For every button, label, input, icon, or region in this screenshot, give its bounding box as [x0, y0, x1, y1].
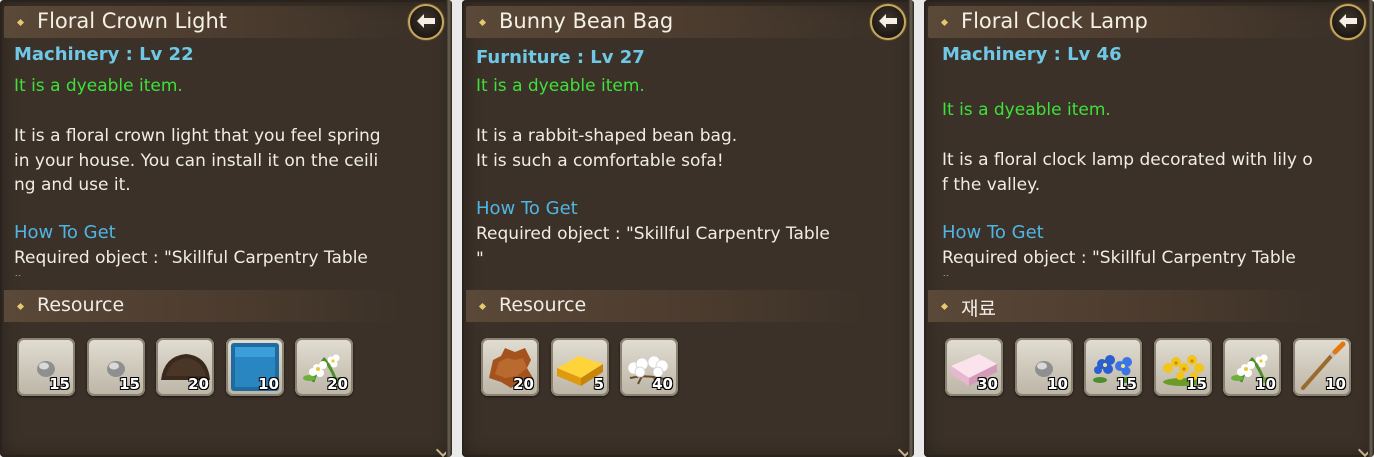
- resource-slot[interactable]: 5: [551, 338, 609, 396]
- item-tooltip-panel: Floral Clock Lamp Machinery : Lv 46 It i…: [924, 0, 1374, 457]
- resource-quantity: 15: [49, 375, 70, 393]
- resource-slot[interactable]: 20: [156, 338, 214, 396]
- title-bar: Floral Crown Light: [4, 6, 414, 38]
- resource-quantity: 10: [258, 375, 279, 393]
- bullet-diamond-icon: [940, 18, 949, 27]
- item-category-level: Machinery : Lv 46: [942, 44, 1122, 65]
- resource-header: Resource: [466, 290, 864, 322]
- resource-header: 재료: [928, 290, 1324, 322]
- resource-label: 재료: [961, 298, 996, 320]
- resource-quantity: 20: [327, 375, 348, 393]
- item-title: Floral Clock Lamp: [961, 9, 1148, 33]
- resource-slot[interactable]: 15: [1154, 338, 1212, 396]
- bullet-diamond-icon: [478, 18, 487, 27]
- how-to-get-label: How To Get: [476, 198, 578, 219]
- back-button[interactable]: [1330, 4, 1366, 40]
- item-description: It is a floral crown light that you feel…: [14, 126, 381, 195]
- dyeable-note: It is a dyeable item.: [14, 76, 183, 96]
- bullet-diamond-icon: [16, 18, 25, 27]
- back-button[interactable]: [408, 4, 444, 40]
- how-to-get-label: How To Get: [14, 222, 116, 243]
- resource-slot[interactable]: 30: [945, 338, 1003, 396]
- item-description: It is a rabbit-shaped bean bag. It is su…: [476, 126, 738, 171]
- item-tooltip-panel: Floral Crown Light Machinery : Lv 22 It …: [0, 0, 452, 457]
- bullet-diamond-icon: [940, 302, 949, 311]
- resource-quantity: 15: [1116, 375, 1137, 393]
- dyeable-note: It is a dyeable item.: [942, 100, 1111, 120]
- resource-quantity: 10: [1255, 375, 1276, 393]
- resource-quantity: 15: [1186, 375, 1207, 393]
- resource-slot[interactable]: 20: [295, 338, 353, 396]
- item-category-level: Furniture : Lv 27: [476, 47, 645, 68]
- resource-slot[interactable]: 10: [1223, 338, 1281, 396]
- resource-quantity: 5: [593, 375, 604, 393]
- back-arrow-icon: [417, 14, 435, 28]
- corner-marker-icon: [435, 442, 451, 457]
- required-object: Required object : "Skillful Carpentry Ta…: [14, 248, 368, 276]
- item-category-level: Machinery : Lv 22: [14, 44, 194, 65]
- resource-slot[interactable]: 20: [481, 338, 539, 396]
- resource-quantity: 40: [652, 375, 673, 393]
- corner-marker-icon: [897, 442, 913, 457]
- resource-quantity: 20: [188, 375, 209, 393]
- resource-slot[interactable]: 15: [87, 338, 145, 396]
- resource-label: Resource: [499, 294, 587, 316]
- back-button[interactable]: [870, 4, 906, 40]
- resource-slot[interactable]: 40: [620, 338, 678, 396]
- resource-quantity: 15: [119, 375, 140, 393]
- resource-quantity: 10: [1047, 375, 1068, 393]
- resource-quantity: 10: [1325, 375, 1346, 393]
- resource-label: Resource: [37, 294, 125, 316]
- resource-slot[interactable]: 10: [226, 338, 284, 396]
- title-bar: Bunny Bean Bag: [466, 6, 876, 38]
- required-object: Required object : "Skillful Carpentry Ta…: [942, 248, 1296, 276]
- resource-header: Resource: [4, 290, 402, 322]
- resource-quantity: 30: [977, 375, 998, 393]
- back-arrow-icon: [879, 14, 897, 28]
- how-to-get-label: How To Get: [942, 222, 1044, 243]
- item-description: It is a floral clock lamp decorated with…: [942, 150, 1313, 195]
- corner-marker-icon: [1357, 442, 1373, 457]
- resource-slot[interactable]: 10: [1293, 338, 1351, 396]
- resource-slot[interactable]: 10: [1015, 338, 1073, 396]
- bullet-diamond-icon: [478, 302, 487, 311]
- back-arrow-icon: [1339, 14, 1357, 28]
- dyeable-note: It is a dyeable item.: [476, 76, 645, 96]
- bullet-diamond-icon: [16, 302, 25, 311]
- title-bar: Floral Clock Lamp: [928, 6, 1336, 38]
- item-tooltip-panel: Bunny Bean Bag Furniture : Lv 27 It is a…: [462, 0, 914, 457]
- item-title: Floral Crown Light: [37, 9, 228, 33]
- resource-slot[interactable]: 15: [1084, 338, 1142, 396]
- item-title: Bunny Bean Bag: [499, 9, 674, 33]
- resource-quantity: 20: [513, 375, 534, 393]
- required-object: Required object : "Skillful Carpentry Ta…: [476, 224, 830, 269]
- resource-slot[interactable]: 15: [17, 338, 75, 396]
